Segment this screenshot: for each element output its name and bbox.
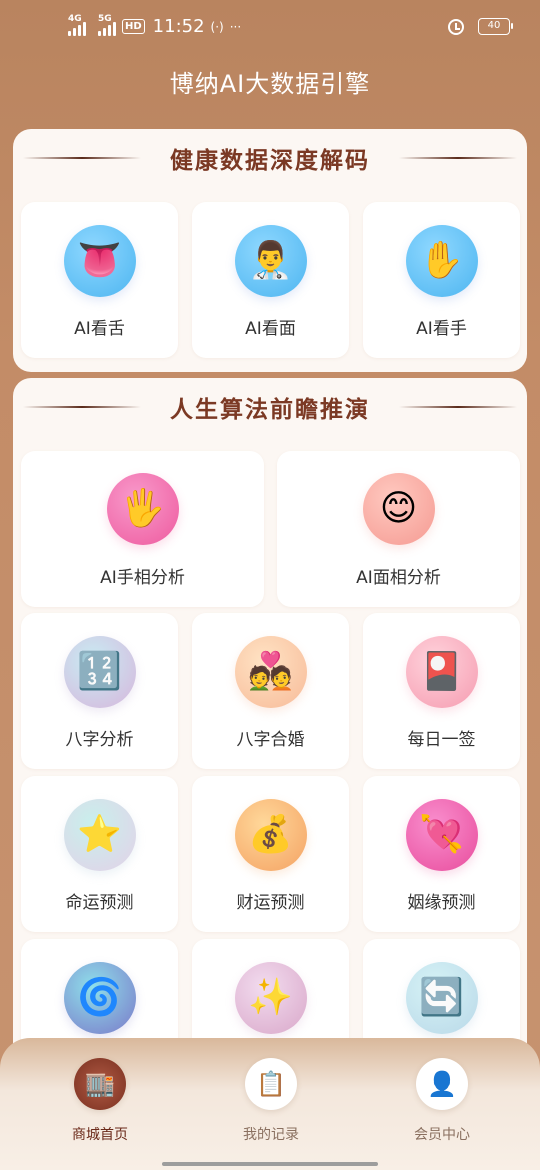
hd-voice-icon: HD bbox=[122, 19, 145, 34]
tile-ai-hand[interactable]: ✋ AI看手 bbox=[363, 202, 520, 358]
nfc-icon: (·) bbox=[210, 19, 224, 34]
more-notifications-icon: ··· bbox=[229, 19, 242, 34]
sparkles-icon: ✨ bbox=[234, 962, 307, 1034]
tile-label: AI看手 bbox=[416, 319, 467, 339]
divider bbox=[23, 406, 141, 408]
nav-label: 商城首页 bbox=[72, 1127, 128, 1143]
tile-label: 每日一签 bbox=[407, 730, 476, 750]
tile-ai-tongue[interactable]: 👅 AI看舌 bbox=[21, 202, 178, 358]
tile-label: 八字合婚 bbox=[236, 730, 305, 750]
user-icon: 👤 bbox=[416, 1058, 468, 1110]
section-header: 人生算法前瞻推演 bbox=[13, 390, 527, 424]
section-title: 健康数据深度解码 bbox=[170, 147, 370, 174]
tile-destiny-forecast[interactable]: ⭐ 命运预测 bbox=[21, 776, 178, 932]
numbers-icon: 🔢 bbox=[63, 636, 136, 708]
nav-label: 我的记录 bbox=[243, 1127, 299, 1143]
heart-arrow-icon: 💘 bbox=[405, 799, 478, 871]
tile-label: 八字分析 bbox=[65, 730, 134, 750]
tile-label: 命运预测 bbox=[65, 893, 134, 913]
palm-icon: 🖐️ bbox=[106, 473, 179, 545]
network-type-label: 5G bbox=[98, 13, 112, 24]
tile-label: AI手相分析 bbox=[100, 568, 185, 588]
smiling-face-icon: 😊 bbox=[362, 473, 435, 545]
tile-bazi-analysis[interactable]: 🔢 八字分析 bbox=[21, 613, 178, 769]
tile-label: 财运预测 bbox=[236, 893, 305, 913]
tile-bazi-marriage[interactable]: 💑 八字合婚 bbox=[192, 613, 349, 769]
signal-5g-icon: 5G bbox=[98, 14, 116, 36]
status-bar: 4G 5G HD 11:52 (·) ··· 40 bbox=[0, 0, 540, 60]
divider bbox=[399, 406, 517, 408]
divider bbox=[23, 157, 141, 159]
refresh-arrows-icon: 🔄 bbox=[405, 962, 478, 1034]
tile-ai-palm-reading[interactable]: 🖐️ AI手相分析 bbox=[21, 451, 264, 607]
signal-4g-icon: 4G bbox=[68, 14, 86, 36]
tile-daily-lot[interactable]: 🎴 每日一签 bbox=[363, 613, 520, 769]
star-icon: ⭐ bbox=[63, 799, 136, 871]
home-indicator[interactable] bbox=[162, 1162, 378, 1166]
clipboard-icon: 📋 bbox=[245, 1058, 297, 1110]
health-section: 健康数据深度解码 👅 AI看舌 👨‍⚕️ AI看面 ✋ AI看手 bbox=[13, 129, 527, 372]
life-section: 人生算法前瞻推演 🖐️ AI手相分析 😊 AI面相分析 🔢 八字分析 💑 八字合… bbox=[13, 378, 527, 1095]
tile-label: 姻缘预测 bbox=[407, 893, 476, 913]
section-title: 人生算法前瞻推演 bbox=[170, 396, 370, 423]
tile-label: AI面相分析 bbox=[356, 568, 441, 588]
couple-icon: 💑 bbox=[234, 636, 307, 708]
tile-wealth-forecast[interactable]: 💰 财运预测 bbox=[192, 776, 349, 932]
bottom-nav: 🏬 商城首页 📋 我的记录 👤 会员中心 bbox=[0, 1038, 540, 1170]
section-header: 健康数据深度解码 bbox=[13, 141, 527, 175]
nav-my-records[interactable]: 📋 我的记录 bbox=[211, 1058, 331, 1144]
tile-ai-face-reading[interactable]: 😊 AI面相分析 bbox=[277, 451, 520, 607]
flower-card-icon: 🎴 bbox=[405, 636, 478, 708]
doctor-face-icon: 👨‍⚕️ bbox=[234, 225, 307, 297]
cyclone-icon: 🌀 bbox=[63, 962, 136, 1034]
divider bbox=[399, 157, 517, 159]
tile-label: AI看舌 bbox=[74, 319, 125, 339]
clock: 11:52 bbox=[152, 16, 205, 37]
nav-label: 会员中心 bbox=[414, 1127, 470, 1143]
battery-icon: 40 bbox=[478, 18, 513, 35]
tongue-icon: 👅 bbox=[63, 225, 136, 297]
page-title: 博纳AI大数据引擎 bbox=[169, 70, 371, 98]
tile-romance-forecast[interactable]: 💘 姻缘预测 bbox=[363, 776, 520, 932]
tile-ai-face[interactable]: 👨‍⚕️ AI看面 bbox=[192, 202, 349, 358]
alarm-icon bbox=[448, 18, 464, 35]
hand-icon: ✋ bbox=[405, 225, 478, 297]
store-icon: 🏬 bbox=[74, 1058, 126, 1110]
app-screen: 4G 5G HD 11:52 (·) ··· 40 博纳AI大数据引擎 健康数据… bbox=[0, 0, 540, 1170]
money-bag-icon: 💰 bbox=[234, 799, 307, 871]
nav-store-home[interactable]: 🏬 商城首页 bbox=[40, 1058, 160, 1144]
network-type-label: 4G bbox=[68, 13, 82, 24]
nav-member-center[interactable]: 👤 会员中心 bbox=[382, 1058, 502, 1144]
tile-label: AI看面 bbox=[245, 319, 296, 339]
